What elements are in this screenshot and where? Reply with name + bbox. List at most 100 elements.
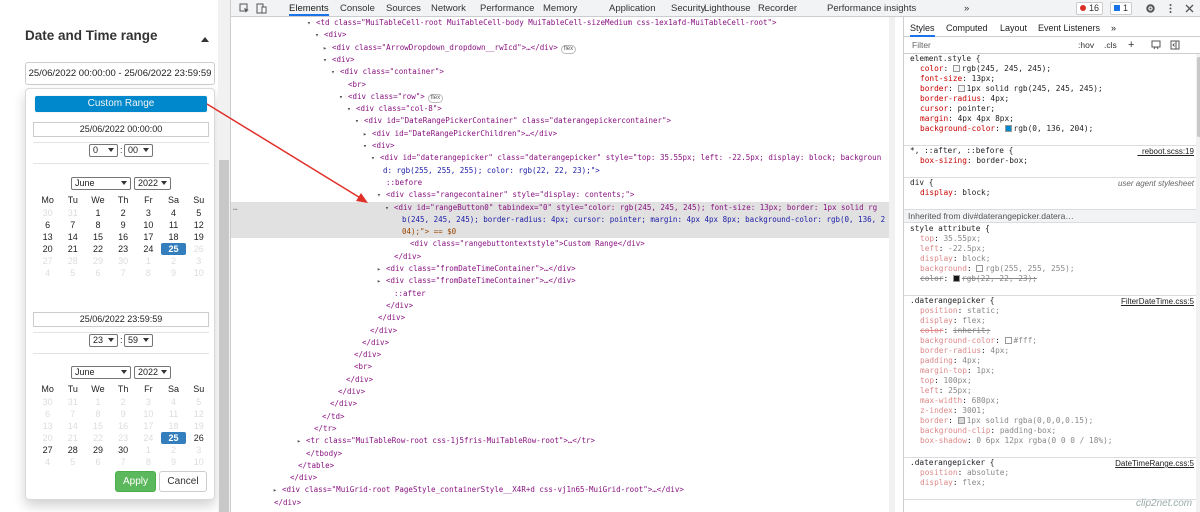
calendar-day[interactable]: 8 xyxy=(85,219,110,231)
css-declaration[interactable]: color: rgb(22, 22, 23); xyxy=(904,274,1196,284)
calendar-day[interactable]: 30 xyxy=(35,396,60,408)
sidebar-toggle-icon[interactable] xyxy=(1170,40,1180,50)
css-declaration[interactable]: cursor: pointer; xyxy=(904,104,1196,114)
expand-down-icon[interactable]: ▾ xyxy=(371,152,380,164)
dom-node-line[interactable]: </div> xyxy=(231,497,895,509)
calendar-day[interactable]: 7 xyxy=(111,456,136,468)
error-count-badge[interactable]: 16 xyxy=(1076,2,1104,15)
dom-node-line[interactable]: <br> xyxy=(231,79,895,91)
dom-node-line[interactable]: </div> xyxy=(231,312,895,324)
date-range-input[interactable]: 25/06/2022 00:00:00 - 25/06/2022 23:59:5… xyxy=(25,62,215,85)
css-source-link[interactable]: DateTimeRange.css:5 xyxy=(1115,459,1194,468)
calendar-day[interactable]: 29 xyxy=(85,255,110,267)
gear-icon[interactable] xyxy=(1145,3,1156,14)
calendar-day[interactable]: 27 xyxy=(35,444,60,456)
calendar-day[interactable]: 5 xyxy=(60,267,85,279)
calendar-day[interactable]: 9 xyxy=(111,219,136,231)
calendar-day[interactable]: 29 xyxy=(85,444,110,456)
css-declaration[interactable]: top: 100px; xyxy=(904,376,1196,386)
calendar-day[interactable]: 26 xyxy=(186,243,211,255)
css-declaration[interactable]: left: 25px; xyxy=(904,386,1196,396)
dom-node-line[interactable]: </table> xyxy=(231,460,895,472)
calendar-day[interactable]: 6 xyxy=(35,408,60,420)
devtools-tab[interactable]: Performance insights xyxy=(827,0,916,16)
dom-node-line[interactable]: ▸ <div class="fromDateTimeContainer">…</d… xyxy=(231,275,895,287)
expand-down-icon[interactable]: ▾ xyxy=(323,54,332,66)
dom-node-line[interactable]: </div> xyxy=(231,386,895,398)
new-rule-button[interactable]: + xyxy=(1128,39,1134,51)
calendar-day[interactable]: 5 xyxy=(186,207,211,219)
css-declaration[interactable]: display: block; xyxy=(904,254,1196,264)
calendar-day[interactable]: 18 xyxy=(161,420,186,432)
expand-down-icon[interactable]: ▾ xyxy=(363,140,372,152)
calendar-day[interactable]: 10 xyxy=(136,408,161,420)
calendar-day[interactable]: 5 xyxy=(186,396,211,408)
css-declaration[interactable]: position: absolute; xyxy=(904,468,1196,478)
dom-node-line[interactable]: ▸ <div class="MuiGrid-root PageStyle_cont… xyxy=(231,484,895,496)
dom-node-line[interactable]: </div> xyxy=(231,300,895,312)
css-declaration[interactable]: display: block; xyxy=(904,188,1196,198)
css-declaration[interactable]: border-radius: 4px; xyxy=(904,94,1196,104)
calendar-day[interactable]: 4 xyxy=(161,396,186,408)
css-declaration[interactable]: position: static; xyxy=(904,306,1196,316)
expand-down-icon[interactable]: ▾ xyxy=(355,115,364,127)
dom-node-line[interactable]: d: rgb(255, 255, 255); color: rgb(22, 22… xyxy=(231,165,895,177)
css-declaration[interactable]: border: 1px solid rgb(245, 245, 245); xyxy=(904,84,1196,94)
calendar-day[interactable]: 17 xyxy=(136,420,161,432)
dom-node-line[interactable]: <div class="rangebuttontextstyle">Custom… xyxy=(231,238,895,250)
calendar-day[interactable]: 6 xyxy=(85,267,110,279)
device-toolbar-icon[interactable] xyxy=(256,3,267,14)
calendar-day[interactable]: 4 xyxy=(161,207,186,219)
css-declaration[interactable]: z-index: 3001; xyxy=(904,406,1196,416)
dom-node-line[interactable]: ▾ <div id="DateRangePickerContainer" clas… xyxy=(231,115,895,127)
calendar-day[interactable]: 13 xyxy=(35,420,60,432)
devtools-tab[interactable]: Security xyxy=(671,0,705,16)
message-count-badge[interactable]: 1 xyxy=(1110,2,1133,15)
expand-down-icon[interactable]: ▾ xyxy=(347,103,356,115)
calendar-day[interactable]: 3 xyxy=(136,207,161,219)
css-declaration[interactable]: padding: 4px; xyxy=(904,356,1196,366)
dom-node-line[interactable]: </div> xyxy=(231,398,895,410)
calendar-day[interactable]: 10 xyxy=(186,267,211,279)
calendar-day[interactable]: 27 xyxy=(35,255,60,267)
hover-state-toggle[interactable]: :hov xyxy=(1078,40,1094,50)
devtools-tab[interactable]: Lighthouse xyxy=(704,0,750,16)
to-month-select[interactable]: June xyxy=(71,366,131,379)
calendar-day[interactable]: 7 xyxy=(60,219,85,231)
calendar-day[interactable]: 21 xyxy=(60,243,85,255)
calendar-day[interactable]: 6 xyxy=(35,219,60,231)
expand-down-icon[interactable]: ▾ xyxy=(307,17,316,29)
calendar-day[interactable]: 5 xyxy=(60,456,85,468)
css-declaration[interactable]: background-color: #fff; xyxy=(904,336,1196,346)
from-hour-select[interactable]: 0 xyxy=(89,144,118,157)
to-datetime-field[interactable]: 25/06/2022 23:59:59 xyxy=(33,312,209,327)
calendar-day[interactable]: 12 xyxy=(186,219,211,231)
calendar-day[interactable]: 4 xyxy=(35,267,60,279)
css-declaration[interactable]: background: rgb(255, 255, 255); xyxy=(904,264,1196,274)
css-declaration[interactable]: border: 1px solid rgba(0,0,0,0.15); xyxy=(904,416,1196,426)
css-declaration[interactable]: top: 35.55px; xyxy=(904,234,1196,244)
calendar-day[interactable]: 23 xyxy=(111,243,136,255)
dom-node-line[interactable]: </div> xyxy=(231,325,895,337)
from-month-select[interactable]: June xyxy=(71,177,131,190)
expand-right-icon[interactable]: ▸ xyxy=(377,275,386,287)
css-selector[interactable]: element.style { xyxy=(904,54,1196,64)
from-year-select[interactable]: 2022 xyxy=(134,177,171,190)
color-swatch-icon[interactable] xyxy=(976,265,984,272)
to-year-select[interactable]: 2022 xyxy=(134,366,171,379)
styles-subtab[interactable]: » xyxy=(1111,17,1116,37)
css-selector[interactable]: style attribute { xyxy=(904,224,1196,234)
expand-down-icon[interactable]: ▾ xyxy=(331,66,340,78)
expand-down-icon[interactable]: ▾ xyxy=(315,29,324,41)
custom-range-button[interactable]: Custom Range xyxy=(34,95,208,113)
expand-down-icon[interactable]: ▾ xyxy=(339,91,348,103)
css-declaration[interactable]: left: -22.5px; xyxy=(904,244,1196,254)
styles-filter-input[interactable]: Filter xyxy=(912,40,931,50)
calendar-day[interactable]: 13 xyxy=(35,231,60,243)
calendar-day[interactable]: 1 xyxy=(85,207,110,219)
color-swatch-icon[interactable] xyxy=(1004,125,1012,132)
dom-node-line[interactable]: <br> xyxy=(231,361,895,373)
from-minute-select[interactable]: 00 xyxy=(124,144,153,157)
color-swatch-icon[interactable] xyxy=(952,275,960,282)
devtools-tab[interactable]: Console xyxy=(340,0,375,16)
